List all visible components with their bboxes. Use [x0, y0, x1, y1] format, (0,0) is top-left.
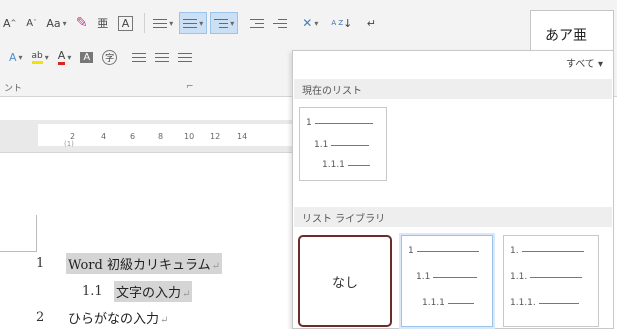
list-item[interactable]: 1 Word 初級カリキュラム↵ [0, 252, 292, 274]
list-library-item-none[interactable]: なし [298, 235, 392, 327]
list-filter-dropdown[interactable]: すべて ▾ [566, 55, 603, 70]
text-effects-button[interactable]: A ▾ [6, 46, 26, 68]
text-effects-icon: A [9, 50, 17, 64]
multilevel-list-button[interactable]: ▾ [210, 12, 239, 34]
separator [144, 13, 146, 33]
font-group-label: ント [4, 84, 23, 94]
horizontal-ruler[interactable]: 2 (1) 4 6 8 10 12 14 [0, 120, 293, 153]
multilevel-list-dropdown: すべて ▾ 現在のリスト 1 1.1 1.1.1 リスト ライブラリ なし 1 … [292, 50, 614, 329]
align-left-icon [132, 50, 147, 65]
decrease-indent-icon [250, 16, 265, 31]
style-sample: あア亜 [545, 28, 587, 44]
enclose-characters-button[interactable]: 字 [99, 46, 120, 68]
list-level-preview: 1.1.1 [422, 298, 474, 308]
character-border-icon: A [117, 15, 134, 31]
ruler-text-area [38, 124, 293, 146]
asian-layout-icon: ✕ [302, 16, 313, 30]
list-item[interactable]: 2 ひらがなの入力↵ [0, 306, 292, 328]
list-text: ひらがなの入力↵ [68, 311, 169, 327]
list-level-preview: 1.1.1 [322, 160, 370, 170]
list-text: 文字の入力↵ [114, 280, 193, 302]
paragraph-mark-icon: ↵ [366, 16, 376, 30]
bullets-icon [153, 16, 168, 31]
numbering-icon [183, 16, 198, 31]
list-level-preview: 1.1.1. [510, 298, 579, 308]
list-text: Word 初級カリキュラム↵ [66, 252, 222, 274]
highlighter-icon: ab [31, 51, 43, 64]
align-right-button[interactable] [175, 46, 195, 68]
page-margin-mark [0, 215, 37, 252]
align-right-icon [178, 50, 193, 65]
asian-layout-button[interactable]: ✕ ▾ [299, 12, 321, 34]
paragraph-mark-icon: ↵ [160, 314, 169, 326]
bullets-button[interactable]: ▾ [150, 12, 176, 34]
enclose-characters-icon: 字 [102, 49, 118, 65]
paragraph-mark-icon: ↵ [182, 288, 191, 300]
list-library-item-numeric-dot[interactable]: 1. 1.1. 1.1.1. [503, 235, 599, 327]
character-border-button[interactable]: A [115, 12, 137, 34]
list-library-section-header: リスト ライブラリ [294, 207, 612, 227]
increase-indent-icon [273, 16, 288, 31]
decrease-indent-button[interactable] [247, 12, 267, 34]
phonetic-guide-icon: 亜 [97, 17, 109, 30]
eraser-icon: ✎ [75, 15, 88, 31]
ruler-number: 12 [210, 132, 221, 141]
clear-formatting-button[interactable]: ✎ [73, 12, 91, 34]
current-list-thumbnail[interactable]: 1 1.1 1.1.1 [299, 107, 387, 181]
character-shading-icon: A [80, 51, 94, 63]
ruler-sub-mark: (1) [64, 140, 74, 148]
shrink-font-icon: A [26, 17, 34, 29]
multilevel-list-icon [214, 16, 229, 31]
ruler-number: 8 [158, 132, 164, 141]
font-color-icon: A [57, 49, 66, 65]
list-level-preview: 1. [510, 246, 584, 256]
increase-indent-button[interactable] [270, 12, 290, 34]
align-left-button[interactable] [129, 46, 149, 68]
ruler-number: 4 [101, 132, 107, 141]
sort-button[interactable]: A Z ↓ [328, 12, 355, 34]
change-case-button[interactable]: Aa ▾ [43, 12, 69, 34]
list-number: 1.1 [82, 283, 103, 299]
font-color-button[interactable]: A ▾ [55, 46, 75, 68]
ruler-number: 14 [237, 132, 248, 141]
grow-font-button[interactable]: A ^ [0, 12, 19, 34]
list-level-preview: 1.1 [314, 140, 370, 150]
ruler-number: 10 [184, 132, 195, 141]
list-level-preview: 1 [306, 118, 373, 128]
align-center-icon [155, 50, 170, 65]
ribbon-row-1: A ^ Aˇ Aa ▾ ✎ 亜 A ▾ ▾ ▾ ✕ ▾ A Z ↓ ↵ [0, 10, 383, 36]
character-shading-button[interactable]: A [77, 46, 96, 68]
shrink-font-button[interactable]: Aˇ [22, 12, 40, 34]
list-library-item-numeric[interactable]: 1 1.1 1.1.1 [401, 235, 493, 327]
dialog-launcher-icon[interactable]: ⌐ [186, 82, 194, 92]
grow-font-icon: A [3, 16, 11, 30]
phonetic-guide-button[interactable]: 亜 [94, 12, 112, 34]
highlight-color-button[interactable]: ab ▾ [29, 46, 52, 68]
ribbon-row-2: A ▾ ab ▾ A ▾ A 字 [0, 44, 198, 70]
list-level-preview: 1.1. [510, 272, 583, 282]
show-marks-button[interactable]: ↵ [362, 12, 380, 34]
list-level-preview: 1 [408, 246, 479, 256]
none-label: なし [331, 275, 358, 291]
paragraph-mark-icon: ↵ [211, 260, 220, 272]
sort-icon: A Z [331, 19, 344, 27]
numbering-button[interactable]: ▾ [179, 12, 208, 34]
align-center-button[interactable] [152, 46, 172, 68]
list-item[interactable]: 1.1 文字の入力↵ [0, 280, 292, 302]
list-number: 1 [36, 255, 45, 271]
ruler-number: 6 [130, 132, 136, 141]
list-level-preview: 1.1 [416, 272, 478, 282]
current-list-section-header: 現在のリスト [294, 79, 612, 99]
list-number: 2 [36, 309, 45, 325]
